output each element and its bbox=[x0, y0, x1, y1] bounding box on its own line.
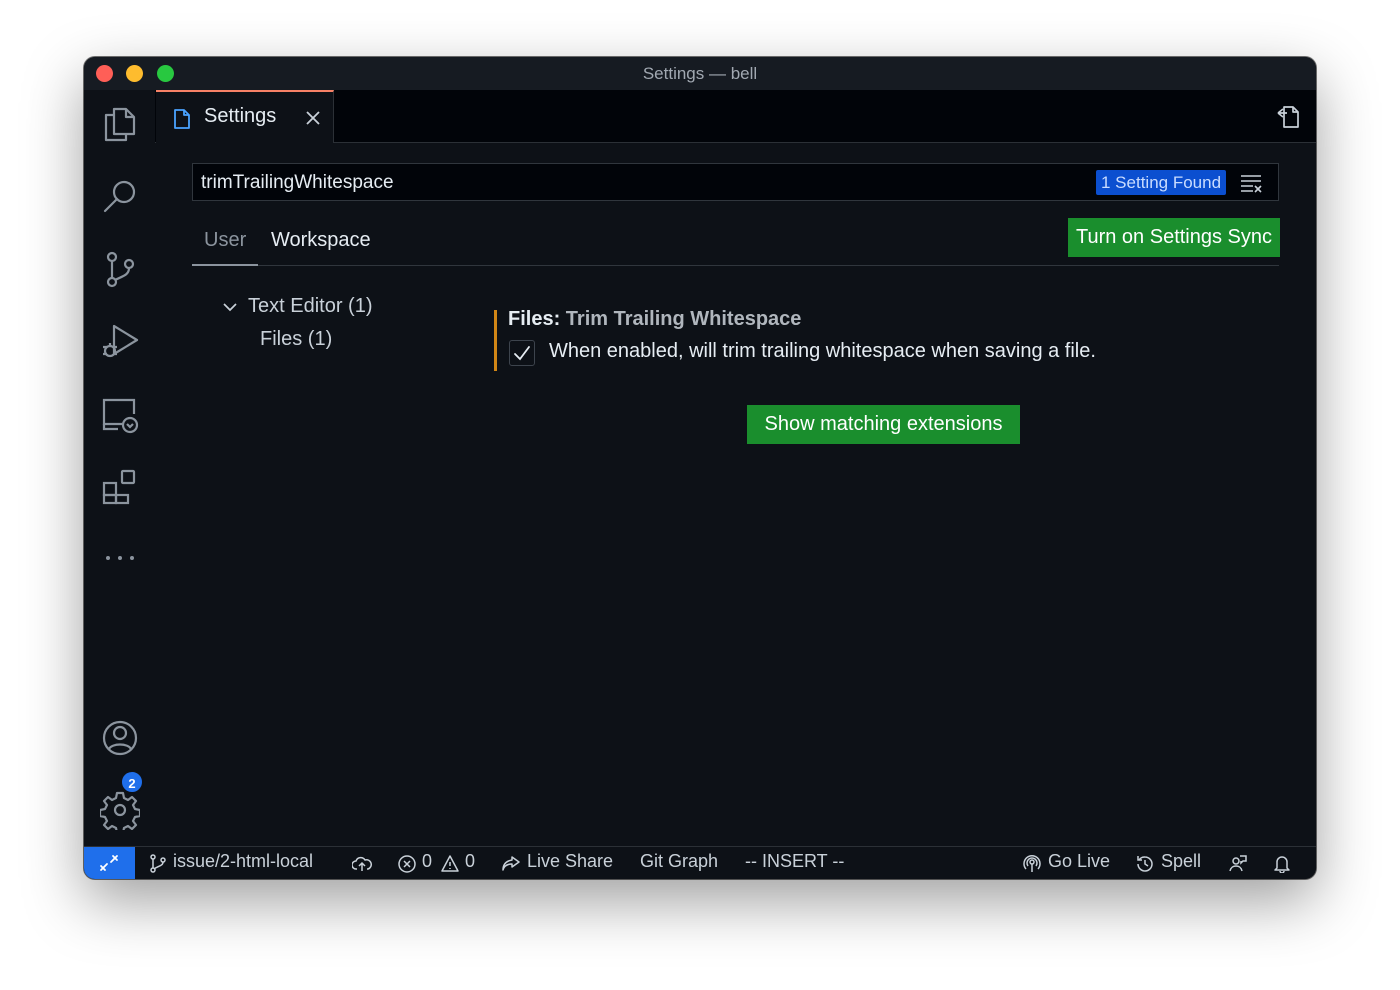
branch-label[interactable]: issue/2-html-local bbox=[173, 851, 313, 872]
remote-icon bbox=[100, 855, 118, 871]
tab-label: Settings bbox=[204, 105, 277, 127]
accounts-button[interactable] bbox=[100, 718, 140, 758]
source-control-button[interactable] bbox=[100, 249, 140, 289]
error-count[interactable]: 0 bbox=[422, 851, 432, 872]
account-icon bbox=[102, 720, 138, 756]
show-matching-extensions-button[interactable]: Show matching extensions bbox=[747, 405, 1020, 444]
chevron-down-icon[interactable] bbox=[221, 298, 239, 316]
extensions-icon bbox=[102, 469, 136, 505]
extensions-button[interactable] bbox=[100, 466, 140, 506]
bell-icon[interactable] bbox=[1272, 854, 1292, 873]
more-views-button[interactable] bbox=[100, 538, 140, 578]
search-icon bbox=[103, 180, 136, 213]
live-share-icon bbox=[502, 856, 520, 871]
modified-indicator bbox=[494, 310, 497, 371]
scope-divider bbox=[192, 265, 1279, 266]
remote-explorer-button[interactable] bbox=[100, 394, 140, 434]
run-debug-icon bbox=[103, 324, 139, 358]
warning-icon bbox=[441, 855, 459, 872]
open-settings-json-icon[interactable] bbox=[1275, 104, 1301, 130]
warning-count[interactable]: 0 bbox=[465, 851, 475, 872]
broadcast-icon bbox=[1023, 854, 1041, 872]
settings-search-box: 1 Setting Found bbox=[192, 163, 1279, 201]
settings-search-input[interactable] bbox=[199, 168, 1083, 198]
search-view-button[interactable] bbox=[100, 177, 140, 217]
explorer-button[interactable] bbox=[100, 104, 140, 144]
turn-on-settings-sync-button[interactable]: Turn on Settings Sync bbox=[1068, 218, 1280, 257]
cloud-upload-icon[interactable] bbox=[352, 854, 372, 873]
run-debug-button[interactable] bbox=[100, 321, 140, 361]
tab-settings[interactable]: Settings bbox=[156, 90, 334, 143]
title-bar: Settings — bell bbox=[84, 57, 1316, 91]
activity-bar: 2 bbox=[84, 90, 156, 846]
history-icon bbox=[1137, 856, 1153, 872]
tab-user[interactable]: User bbox=[204, 229, 246, 252]
window-title: Settings — bell bbox=[642, 64, 758, 83]
manage-button[interactable] bbox=[100, 790, 140, 830]
setting-title: Files: Trim Trailing Whitespace bbox=[508, 308, 801, 331]
clear-filter-icon[interactable] bbox=[1239, 173, 1263, 193]
editor-tab-bar: Settings bbox=[155, 90, 1316, 143]
remote-explorer-icon bbox=[102, 398, 139, 434]
vim-mode-label: -- INSERT -- bbox=[745, 851, 845, 871]
checkmark-icon bbox=[514, 346, 530, 361]
vscode-window: Settings — bell 2 Settings trimTrailingW… bbox=[84, 57, 1316, 879]
go-live-label[interactable]: Go Live bbox=[1048, 851, 1110, 872]
source-control-icon bbox=[106, 251, 135, 288]
status-bar: issue/2-html-local 0 0 Live Share Git Gr… bbox=[84, 846, 1316, 879]
results-count-badge: 1 Setting Found bbox=[1096, 170, 1227, 195]
spell-label[interactable]: Spell bbox=[1161, 851, 1201, 872]
files-icon bbox=[104, 107, 136, 142]
toc-item-text-editor[interactable]: Text Editor (1) bbox=[248, 295, 372, 318]
active-tab-indicator bbox=[192, 264, 258, 266]
git-branch-icon bbox=[150, 854, 166, 873]
setting-name: Trim Trailing Whitespace bbox=[565, 308, 802, 330]
settings-editor: 1 Setting Found User Workspace Turn on S… bbox=[155, 143, 1316, 846]
live-share-label[interactable]: Live Share bbox=[527, 851, 613, 872]
setting-category: Files: bbox=[508, 308, 566, 330]
toc-item-files[interactable]: Files (1) bbox=[260, 328, 332, 351]
remote-indicator[interactable] bbox=[84, 847, 135, 879]
split-editor-icon[interactable] bbox=[1314, 104, 1316, 130]
more-icon bbox=[106, 556, 134, 560]
gear-icon bbox=[100, 791, 140, 830]
tab-workspace[interactable]: Workspace bbox=[271, 229, 371, 252]
setting-description: When enabled, will trim trailing whitesp… bbox=[549, 340, 1096, 362]
file-icon bbox=[174, 109, 190, 129]
git-graph-label[interactable]: Git Graph bbox=[640, 851, 718, 872]
close-icon[interactable] bbox=[304, 109, 322, 127]
feedback-icon[interactable] bbox=[1228, 854, 1248, 873]
error-icon bbox=[398, 855, 416, 873]
trim-trailing-whitespace-checkbox[interactable] bbox=[509, 340, 535, 366]
